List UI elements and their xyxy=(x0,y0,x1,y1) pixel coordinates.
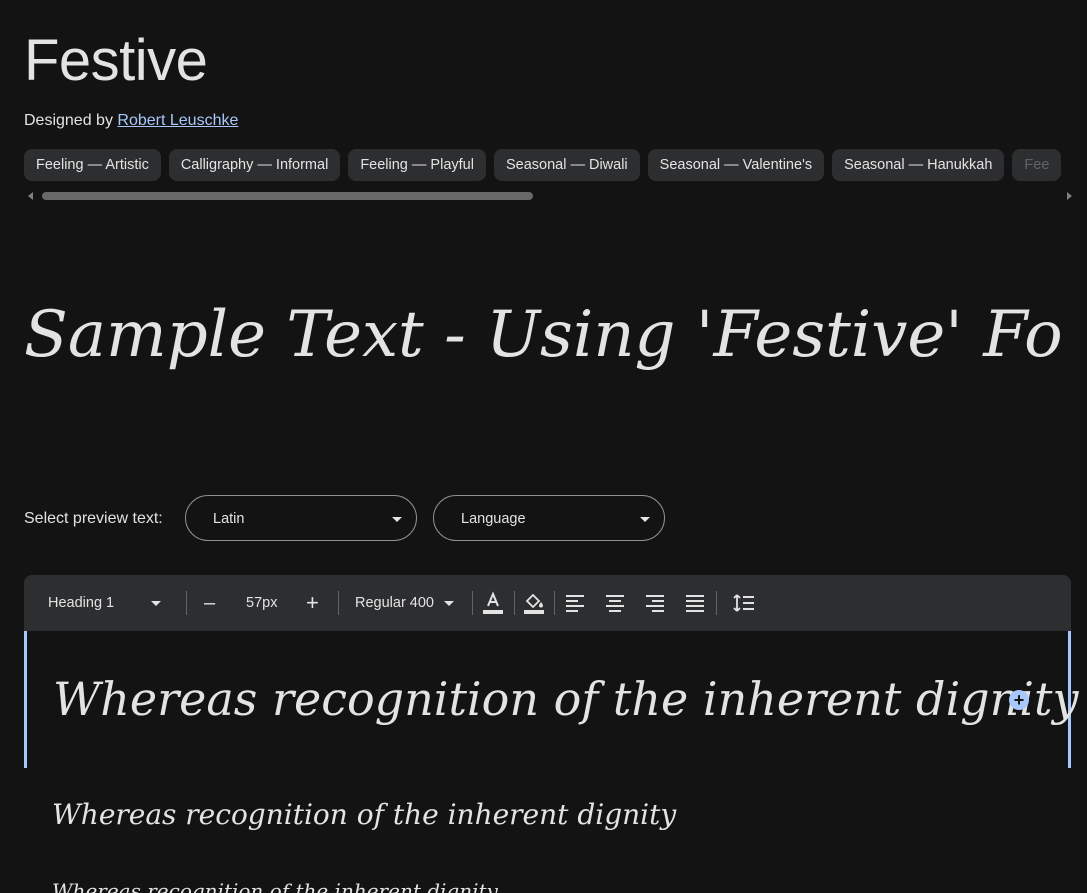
increase-size-button[interactable]: + xyxy=(306,575,319,631)
preview-editor[interactable]: Whereas recognition of the inherent dign… xyxy=(24,631,1078,768)
preview-text-line[interactable]: Whereas recognition of the inherent dign… xyxy=(52,876,498,893)
line-height-icon xyxy=(733,594,754,612)
style-select-value: Heading 1 xyxy=(48,595,115,611)
designer-link[interactable]: Robert Leuschke xyxy=(117,112,238,129)
align-justify-button[interactable] xyxy=(685,593,705,613)
align-left-button[interactable] xyxy=(565,593,585,613)
align-left-icon xyxy=(566,595,584,612)
fill-color-icon xyxy=(524,593,544,614)
toolbar-divider xyxy=(472,591,473,615)
align-center-button[interactable] xyxy=(605,593,625,613)
tag-chip[interactable]: Seasonal — Hanukkah xyxy=(832,149,1005,181)
editor-toolbar: Heading 1 – 57px + Regular 400 xyxy=(24,575,1071,631)
language-select[interactable]: Language xyxy=(433,495,665,541)
add-label: + xyxy=(1013,690,1025,710)
sample-text: Sample Text - Using 'Festive' Font. xyxy=(24,298,1063,372)
preview-text-line[interactable]: Whereas recognition of the inherent dign… xyxy=(52,790,676,840)
weight-select-value: Regular 400 xyxy=(355,595,434,611)
heading-preview-text[interactable]: Whereas recognition of the inherent dign… xyxy=(53,651,1078,747)
script-select-value: Latin xyxy=(213,511,245,527)
style-select[interactable]: Heading 1 xyxy=(48,575,114,631)
tag-chip[interactable]: Feeling — Artistic xyxy=(24,149,161,181)
text-color-button[interactable] xyxy=(482,591,504,615)
tag-chip[interactable]: Fee xyxy=(1012,149,1062,181)
align-right-button[interactable] xyxy=(645,593,665,613)
text-color-icon xyxy=(483,591,503,614)
chevron-down-icon xyxy=(640,517,650,522)
toolbar-divider xyxy=(186,591,187,615)
chevron-down-icon xyxy=(392,517,402,522)
increase-size-label: + xyxy=(306,590,319,615)
toolbar-divider xyxy=(514,591,515,615)
script-select[interactable]: Latin xyxy=(185,495,417,541)
designed-by-label: Designed by xyxy=(24,112,113,129)
font-title: Festive xyxy=(24,28,208,93)
toolbar-divider xyxy=(554,591,555,615)
toolbar-divider xyxy=(338,591,339,615)
font-size-value[interactable]: 57px xyxy=(246,575,277,631)
chevron-down-icon xyxy=(444,600,455,606)
highlight-color-button[interactable] xyxy=(523,591,545,615)
align-right-icon xyxy=(646,595,664,612)
decrease-size-button[interactable]: – xyxy=(204,575,215,631)
designer-line: Designed by Robert Leuschke xyxy=(24,110,238,132)
align-center-icon xyxy=(606,595,624,612)
tag-chip[interactable]: Seasonal — Diwali xyxy=(493,149,640,181)
add-circle-icon[interactable]: + xyxy=(1009,690,1029,710)
chevron-down-icon xyxy=(151,600,161,606)
decrease-size-label: – xyxy=(204,592,216,614)
weight-select[interactable]: Regular 400 xyxy=(355,575,455,631)
tag-chip[interactable]: Seasonal — Valentine's xyxy=(647,149,825,181)
line-height-button[interactable] xyxy=(733,593,755,613)
page: Festive Designed by Robert Leuschke Feel… xyxy=(0,0,1087,893)
tag-chip[interactable]: Feeling — Playful xyxy=(348,149,486,181)
scroll-right-icon[interactable] xyxy=(1067,192,1072,200)
scroll-left-icon[interactable] xyxy=(28,192,33,200)
scrollbar-thumb[interactable] xyxy=(42,192,533,200)
toolbar-divider xyxy=(716,591,717,615)
preview-text-label: Select preview text: xyxy=(24,510,163,527)
language-select-value: Language xyxy=(461,511,526,527)
tag-chip[interactable]: Calligraphy — Informal xyxy=(168,149,341,181)
align-justify-icon xyxy=(686,595,704,612)
tag-list: Feeling — Artistic Calligraphy — Informal… xyxy=(24,149,1087,181)
style-select-caret[interactable] xyxy=(151,575,161,631)
tag-scrollbar[interactable] xyxy=(24,190,1072,202)
